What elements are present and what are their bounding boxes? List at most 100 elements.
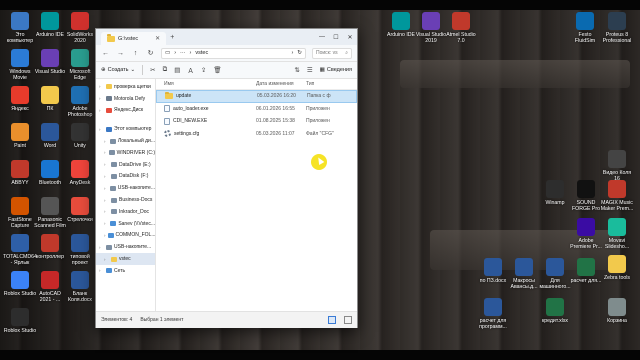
sidebar-item[interactable]: › USB-накопите... (96, 182, 155, 194)
address-path[interactable]: vstec (195, 50, 208, 56)
desktop-icon[interactable]: MAGIX Music Maker Prem... (600, 180, 634, 212)
sidebar-item[interactable]: › Business-Docs (96, 194, 155, 206)
chevron-right-icon[interactable]: › (99, 245, 104, 250)
desktop-icon[interactable]: Paint (3, 123, 37, 149)
sidebar-item[interactable]: › Локальный ди... (96, 135, 155, 147)
desktop-icon[interactable]: Стрелочки (63, 197, 97, 223)
desktop-icon[interactable]: SolidWorks 2020 (63, 12, 97, 44)
chevron-right-icon[interactable]: › (99, 96, 104, 101)
title-bar[interactable]: G:\vstec ✕ + — ☐ ✕ (96, 29, 357, 45)
cut-icon[interactable]: ✂ (150, 66, 155, 74)
desktop-icon[interactable]: Adobe Photoshop (63, 86, 97, 118)
desktop-icon[interactable]: Arduino IDE (384, 12, 418, 38)
desktop-icon[interactable]: Microsoft Edge (63, 49, 97, 81)
share-icon[interactable]: ⇪ (201, 66, 206, 74)
desktop-icon[interactable]: SOUND FORGE Pro (569, 180, 603, 212)
sidebar-item[interactable]: › DataDrive (E:) (96, 159, 155, 171)
sidebar-item[interactable]: › Motorola Defy (96, 93, 155, 105)
close-icon[interactable]: ✕ (343, 29, 357, 45)
desktop-icon[interactable]: Это компьютер (3, 12, 37, 44)
desktop-icon[interactable]: Roblox Studio (3, 308, 37, 334)
column-type[interactable]: Тип (306, 81, 344, 87)
new-button[interactable]: ⊕ Создать ⌄ (101, 67, 135, 73)
sidebar-item[interactable]: › COMMON_FOL... (96, 230, 155, 242)
chevron-right-icon[interactable]: › (104, 198, 109, 203)
chevron-right-icon[interactable]: › (104, 257, 109, 262)
refresh-icon[interactable]: ↻ (297, 50, 302, 56)
details-view-icon[interactable] (328, 316, 336, 324)
rename-icon[interactable]: Ａ (187, 65, 194, 75)
search-input[interactable]: Поиск: vs ⌕ (312, 47, 352, 59)
chevron-right-icon[interactable]: › (99, 268, 104, 273)
sidebar-item[interactable]: › Sanev (\\Vstec... (96, 218, 155, 230)
sidebar-item[interactable]: › проверка щетки (96, 81, 155, 93)
sidebar-item[interactable]: › WINDRIVER (C:) (96, 147, 155, 159)
desktop-icon[interactable]: Windows Movie (3, 49, 37, 81)
chevron-right-icon[interactable]: › (99, 127, 104, 132)
sidebar-item[interactable]: › vstec (96, 253, 155, 265)
tab-close-icon[interactable]: ✕ (155, 35, 160, 42)
desktop-icon[interactable]: Adobe Premiere Pr... (569, 218, 603, 250)
desktop-icon[interactable]: TOTALCMD64 - Ярлык (3, 234, 37, 266)
sidebar-item[interactable]: › Inkrador_Doc (96, 206, 155, 218)
explorer-tab[interactable]: G:\vstec ✕ (101, 32, 167, 45)
maximize-icon[interactable]: ☐ (329, 29, 343, 45)
chevron-right-icon[interactable]: › (99, 84, 104, 89)
desktop-icon[interactable]: типовой проект (63, 234, 97, 266)
chevron-right-icon[interactable]: › (104, 174, 109, 179)
minimize-icon[interactable]: — (315, 29, 329, 45)
desktop-icon[interactable]: Winamp (538, 180, 572, 206)
desktop-icon[interactable]: Visual Studio 2019 (414, 12, 448, 44)
chevron-right-icon[interactable]: › (104, 150, 107, 155)
sidebar-item[interactable]: › USB-накопите... (96, 241, 155, 253)
desktop-icon[interactable]: Unity (63, 123, 97, 149)
file-row[interactable]: settings.cfg 05.03.2026 11:07 Файл "CFG" (156, 128, 357, 141)
desktop-icon[interactable]: контроллер (33, 234, 67, 260)
more-icon[interactable]: ··· (180, 50, 186, 56)
desktop-icon[interactable]: Arduino IDE (33, 12, 67, 38)
desktop-icon[interactable]: AnyDesk (63, 160, 97, 186)
desktop-icon[interactable]: Макросы Авансы.д... (507, 258, 541, 290)
desktop-icon[interactable]: Proteus 8 Professional (600, 12, 634, 44)
desktop-icon[interactable]: Видео Коля 16 (600, 150, 634, 182)
desktop-icon[interactable]: Яндекс (3, 86, 37, 112)
desktop-icon[interactable]: кредит.xlsx (538, 298, 572, 324)
address-bar[interactable]: ▭ › ··· › vstec › ↻ (161, 47, 306, 59)
chevron-right-icon[interactable]: › (104, 139, 108, 144)
chevron-right-icon[interactable]: › (104, 209, 109, 214)
desktop-icon[interactable]: Бланк Коля.docx (63, 271, 97, 303)
chevron-right-icon[interactable]: › (104, 221, 108, 226)
desktop-icon[interactable]: расчет для... (569, 258, 603, 284)
sidebar-item[interactable]: › Сеть (96, 265, 155, 277)
new-tab-icon[interactable]: + (170, 34, 174, 41)
view-icon[interactable]: ☰ (307, 66, 313, 74)
desktop-icon[interactable]: Для машинного... (538, 258, 572, 290)
chevron-right-icon[interactable]: › (104, 162, 109, 167)
forward-icon[interactable]: → (116, 50, 125, 57)
column-date[interactable]: Дата изменения (256, 81, 306, 87)
desktop-icon[interactable]: Roblox Studio (3, 271, 37, 297)
paste-icon[interactable]: ▤ (174, 66, 180, 74)
delete-icon[interactable]: 🗑 (213, 66, 221, 74)
desktop-icon[interactable]: Movavi Slidesho... (600, 218, 634, 250)
sort-icon[interactable]: ⇅ (294, 66, 299, 74)
sidebar-item[interactable]: › Яндекс.Диск (96, 105, 155, 117)
desktop-icon[interactable]: Atmel Studio 7.0 (444, 12, 478, 44)
desktop-icon[interactable]: Visual Studio (33, 49, 67, 75)
desktop-icon[interactable]: Bluetooth (33, 160, 67, 186)
chevron-right-icon[interactable]: › (99, 108, 104, 113)
file-row[interactable]: CDI_NEW.EXE 01.08.2025 15:38 Приложен (156, 115, 357, 128)
file-row[interactable]: update 05.03.2026 16:20 Папка с ф (156, 90, 357, 103)
desktop-icon[interactable]: Zebra tools (600, 255, 634, 281)
sidebar-item[interactable]: › Этот компьютер (96, 123, 155, 135)
refresh-icon[interactable]: ↻ (146, 49, 155, 57)
details-button[interactable]: ▦ Сведения (320, 67, 352, 73)
desktop-icon[interactable]: Panasonic Scanned Film (33, 197, 67, 229)
back-icon[interactable]: ← (101, 50, 110, 57)
desktop-icon[interactable]: Word (33, 123, 67, 149)
file-row[interactable]: auto_loader.exe 06.01.2026 16:55 Приложен (156, 103, 357, 116)
desktop-icon[interactable]: расчет для программ... (476, 298, 510, 330)
desktop-icon[interactable]: ABBYY (3, 160, 37, 186)
up-icon[interactable]: ↑ (131, 50, 140, 57)
desktop-icon[interactable]: FastStone Capture (3, 197, 37, 229)
